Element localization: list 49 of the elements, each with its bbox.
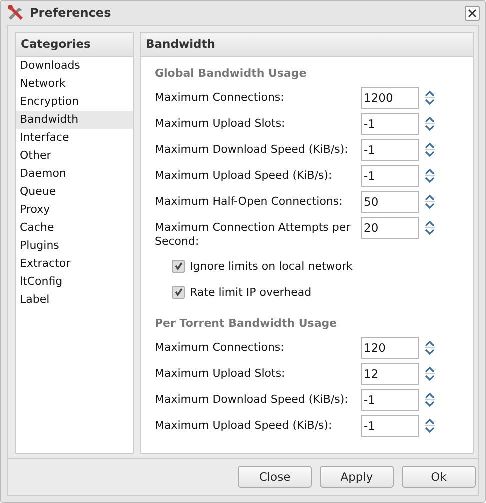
dialog-button[interactable]: Ok [402, 466, 476, 488]
category-item[interactable]: Interface [16, 129, 133, 147]
category-item[interactable]: Daemon [16, 165, 133, 183]
section-title: Per Torrent Bandwidth Usage [155, 316, 338, 332]
dialog-button[interactable]: Close [238, 466, 312, 488]
category-item[interactable]: Downloads [16, 57, 133, 75]
number-field[interactable]: 20 [361, 217, 419, 239]
number-field[interactable]: -1 [361, 139, 419, 161]
field-label: Maximum Upload Slots: [155, 366, 286, 381]
number-field[interactable]: -1 [361, 165, 419, 187]
checkbox-label: Rate limit IP overhead [190, 286, 312, 298]
window-title: Preferences [30, 6, 112, 20]
field-label: Maximum Download Speed (KiB/s): [155, 142, 350, 157]
field-label: Maximum Half-Open Connections: [155, 194, 344, 209]
category-item[interactable]: Label [16, 291, 133, 309]
category-item[interactable]: Other [16, 147, 133, 165]
field-label: Maximum Upload Slots: [155, 116, 286, 131]
number-field[interactable]: -1 [361, 415, 419, 437]
field-label: Maximum Connections: [155, 340, 286, 355]
close-icon [468, 8, 477, 18]
number-field[interactable]: -1 [361, 113, 419, 135]
category-item[interactable]: ltConfig [16, 273, 133, 291]
field-label: Maximum Upload Speed (KiB/s): [155, 168, 334, 183]
close-button[interactable] [465, 6, 480, 20]
checkbox[interactable] [172, 286, 185, 298]
category-item[interactable]: Encryption [16, 93, 133, 111]
panel-header: Bandwidth [141, 33, 473, 57]
field-label: Maximum Download Speed (KiB/s): [155, 392, 350, 407]
section-title: Global Bandwidth Usage [155, 66, 308, 82]
checkbox-label: Ignore limits on local network [190, 260, 353, 272]
number-field[interactable]: 120 [361, 337, 419, 359]
category-item[interactable]: Proxy [16, 201, 133, 219]
number-field[interactable]: 12 [361, 363, 419, 385]
checkbox[interactable] [172, 260, 185, 272]
number-field[interactable]: 50 [361, 191, 419, 213]
category-item[interactable]: Queue [16, 183, 133, 201]
category-item[interactable]: Cache [16, 219, 133, 237]
category-item[interactable]: Bandwidth [16, 111, 133, 129]
category-item[interactable]: Plugins [16, 237, 133, 255]
field-label: Maximum Connection Attempts per Second: [155, 220, 352, 249]
field-label: Maximum Connections: [155, 90, 286, 105]
number-field[interactable]: -1 [361, 389, 419, 411]
category-item[interactable]: Network [16, 75, 133, 93]
panel-header: Categories [16, 33, 133, 57]
category-item[interactable]: Extractor [16, 255, 133, 273]
field-label: Maximum Upload Speed (KiB/s): [155, 418, 334, 433]
dialog-button[interactable]: Apply [320, 466, 394, 488]
tools-icon [7, 4, 25, 22]
number-field[interactable]: 1200 [361, 87, 419, 109]
